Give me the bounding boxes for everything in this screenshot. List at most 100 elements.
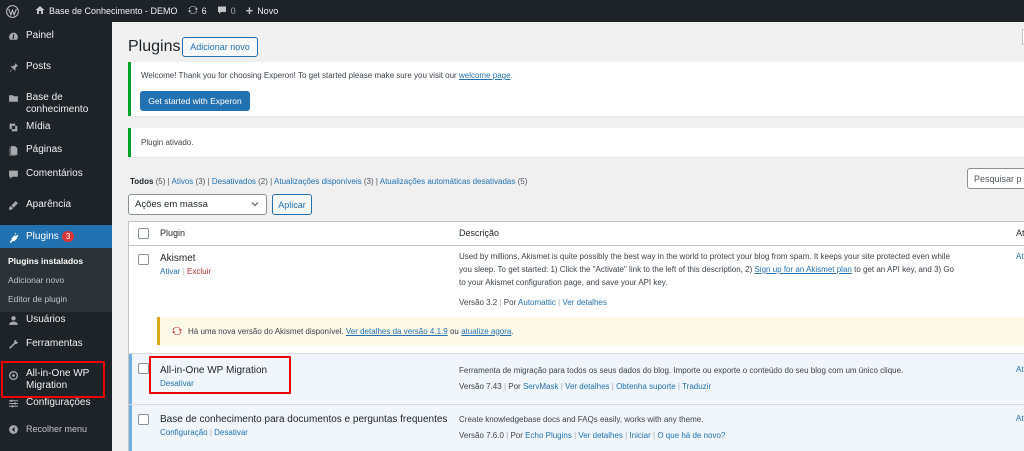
filter-inactive[interactable]: Desativados [212,177,256,186]
view-details-link[interactable]: Ver detalhes [562,298,606,307]
auto-update-link[interactable]: At [1016,414,1024,423]
activate-link[interactable]: Ativar [160,267,180,276]
comments-link[interactable]: 0 [212,0,241,22]
update-now-link[interactable]: atualize agora [461,327,511,336]
row-checkbox[interactable] [138,363,149,374]
plugin-name: Akismet [160,253,196,264]
row-checkbox[interactable] [138,414,149,425]
filter-separator: | [167,177,170,186]
sidebar-item-label: Base de conhecimento [26,92,89,115]
actions-separator: | [209,428,212,437]
updates-icon [187,5,198,17]
filter-updates[interactable]: Atualizações disponíveis [274,177,362,186]
sidebar-item-label: Painel [26,30,54,41]
auto-update-link[interactable]: At [1016,365,1024,374]
filter-active[interactable]: Ativos [172,177,194,186]
delete-link[interactable]: Excluir [187,267,211,276]
welcome-end: . [510,71,513,80]
view-details-link[interactable]: Ver detalhes [565,382,609,391]
meta-separator: | [503,382,507,391]
by-label: Por [508,382,521,391]
plugin-meta: Versão 7.43 | Por ServMask | Ver detalhe… [459,382,711,391]
new-label: Novo [257,6,279,16]
column-auto-update-header: At [1016,228,1024,238]
table-row-base-de-conhecimento: Base de conhecimento para documentos e p… [129,405,1024,451]
submenu-editor-de-plugin[interactable]: Editor de plugin [8,294,67,304]
sidebar-item-label: Configurações [26,397,91,408]
plugin-version: Versão 3.2 [459,298,498,307]
meta-separator: | [677,382,680,391]
update-or-text: ou [449,326,459,336]
comments-icon [7,168,19,180]
author-link[interactable]: Automattic [518,298,556,307]
description-line: to your Akismet configuration page, and … [459,277,668,287]
activated-message: Plugin ativado. [141,138,194,147]
meta-separator: | [611,382,614,391]
actions-separator: | [182,267,185,276]
site-name-link[interactable]: Base de Conhecimento - DEMO [30,0,183,22]
welcome-page-link[interactable]: welcome page [459,71,511,80]
translate-link[interactable]: Traduzir [682,382,711,391]
deactivate-link[interactable]: Desativar [214,428,248,437]
configuration-link[interactable]: Configuração [160,428,208,437]
meta-separator: | [574,431,577,440]
filter-separator: | [375,177,378,186]
add-new-plugin-button[interactable]: Adicionar novo [182,37,258,57]
settings-icon [7,397,19,409]
comments-count: 0 [230,6,236,16]
apply-button[interactable]: Aplicar [272,194,312,215]
bulk-actions-value: Ações em massa [135,199,208,210]
filter-all[interactable]: Todos [130,177,153,186]
akismet-plan-link[interactable]: Sign up for an Akismet plan [754,265,851,274]
meta-separator: | [558,298,561,307]
plus-icon: + [245,3,254,18]
author-link[interactable]: ServMask [523,382,559,391]
bulk-actions-select[interactable]: Ações em massa [128,194,267,215]
plugins-label: Plugins [26,231,59,243]
pages-icon [7,144,19,156]
search-plugins-input[interactable]: Pesquisar p [967,168,1024,189]
sidebar-item-label: Páginas [26,144,63,155]
sidebar-item-label: Posts [26,61,52,72]
plugin-version: Versão 7.43 [459,382,502,391]
view-version-details-link[interactable]: Ver detalhes da versão 4.1.9 [346,327,448,336]
start-link[interactable]: Iniciar [629,431,650,440]
site-name-label: Base de Conhecimento - DEMO [49,6,178,16]
pin-icon [7,61,19,73]
welcome-notice: Welcome! Thank you for choosing Experon!… [128,62,1024,116]
auto-update-link[interactable]: At [1016,252,1024,261]
welcome-message: Welcome! Thank you for choosing Experon!… [141,71,457,80]
wordpress-logo-icon[interactable] [0,0,24,22]
filter-inactive-count: (2) [258,177,268,186]
select-all-checkbox[interactable] [138,228,149,239]
row-checkbox[interactable] [138,254,149,265]
view-details-link[interactable]: Ver detalhes [578,431,622,440]
new-content-link[interactable]: + Novo [241,0,284,22]
collapse-icon [7,423,19,435]
sidebar-item-label: Recolher menu [26,424,88,434]
plugins-update-badge: 3 [61,231,75,242]
admin-bar: Base de Conhecimento - DEMO 6 0 + Novo [0,0,1024,22]
submenu-adicionar-novo[interactable]: Adicionar novo [8,275,64,285]
sidebar-item-plugins[interactable]: Plugins 3 [0,225,112,248]
page-title: Plugins [128,38,181,55]
get-started-button[interactable]: Get started with Experon [140,91,250,111]
author-link[interactable]: Echo Plugins [525,431,572,440]
description-line: you sleep. To get started: 1) Click the … [459,264,1024,277]
updates-count: 6 [201,6,207,16]
sidebar-item-label: Aparência [26,199,72,210]
sidebar-item-label: Ferramentas [26,338,83,349]
plugin-version: Versão 7.6.0 [459,431,504,440]
sidebar-item-label: Comentários [26,168,83,179]
submenu-plugins-instalados[interactable]: Plugins instalados [8,256,83,266]
plugin-description: Ferramenta de migração para todos os seu… [459,366,904,375]
meta-separator: | [560,382,563,391]
knowledge-base-icon [7,92,19,104]
filter-auto-off-count: (5) [517,177,528,186]
by-label: Por [510,431,523,440]
highlight-box-sidebar [1,361,105,398]
get-support-link[interactable]: Obtenha suporte [616,382,676,391]
whats-new-link[interactable]: O que há de novo? [657,431,725,440]
updates-link[interactable]: 6 [183,0,212,22]
filter-auto-updates-off[interactable]: Atualizações automáticas desativadas [380,177,516,186]
